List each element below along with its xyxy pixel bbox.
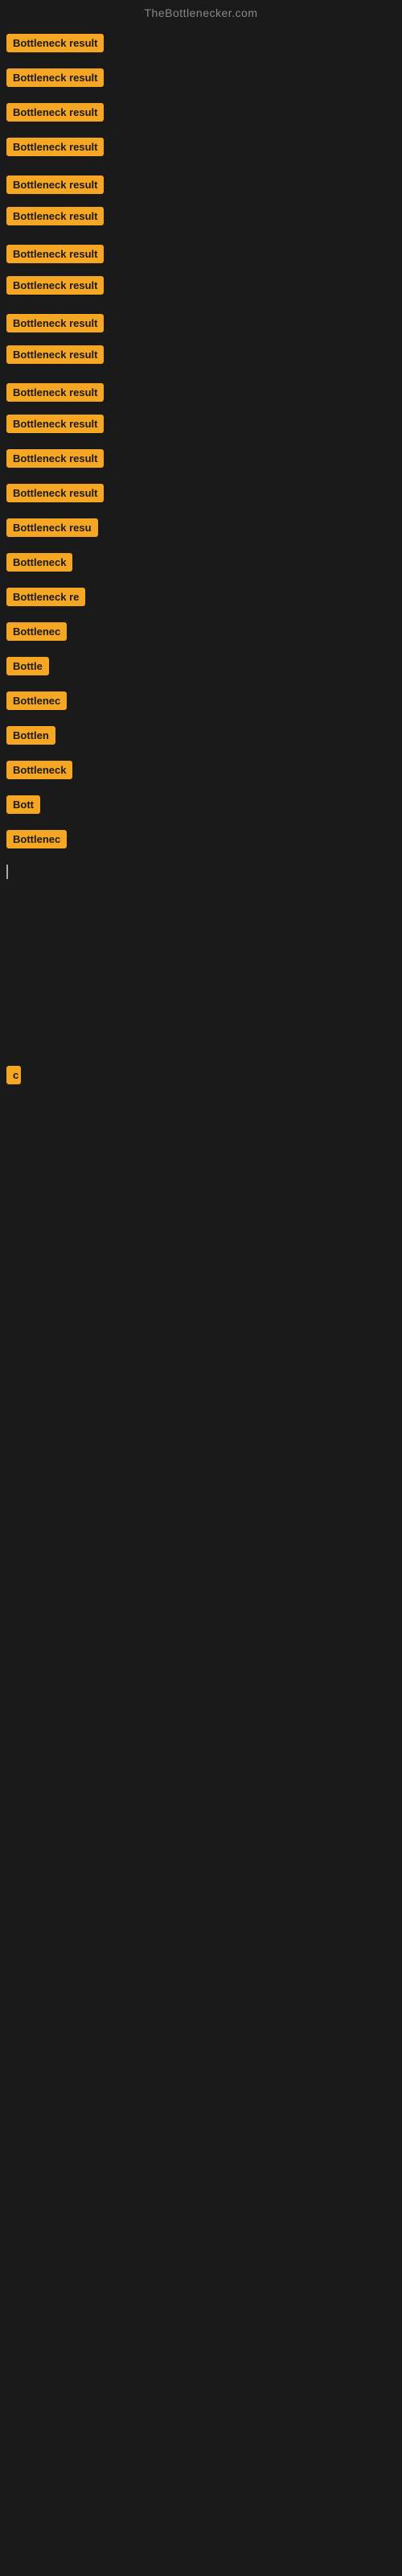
list-item: Bottleneck result — [3, 268, 399, 299]
bottleneck-badge[interactable]: Bottle — [6, 657, 49, 675]
bottleneck-badge[interactable]: Bottleneck resu — [6, 518, 98, 537]
list-item: Bottlenec — [3, 611, 399, 646]
bottleneck-badge[interactable]: Bottleneck result — [6, 383, 104, 402]
list-item: Bottleneck result — [3, 29, 399, 57]
list-item: Bottleneck resu — [3, 507, 399, 542]
cursor-row — [3, 853, 399, 884]
bottleneck-badge[interactable]: Bottleneck — [6, 761, 72, 779]
list-item: Bott — [3, 784, 399, 819]
bottleneck-badge[interactable]: Bottleneck result — [6, 276, 104, 295]
bottleneck-badge[interactable]: Bottlenec — [6, 622, 67, 641]
list-item: Bottle — [3, 646, 399, 680]
list-item: Bottlenec — [3, 819, 399, 853]
list-item: Bottlen — [3, 715, 399, 749]
list-item: Bottlenec — [3, 680, 399, 715]
list-item: Bottleneck re — [3, 576, 399, 611]
cursor-line — [6, 865, 8, 879]
bottleneck-badge[interactable]: Bottleneck — [6, 553, 72, 572]
bottleneck-badge[interactable]: Bottleneck result — [6, 449, 104, 468]
list-item: Bottleneck result — [3, 126, 399, 161]
bottleneck-badge[interactable]: Bottlenec — [6, 691, 67, 710]
list-item: Bottleneck result — [3, 473, 399, 507]
bottleneck-badge[interactable]: Bottleneck result — [6, 314, 104, 332]
list-item: Bottleneck result — [3, 438, 399, 473]
bottleneck-badge[interactable]: Bottlenec — [6, 830, 67, 848]
empty-space — [3, 884, 399, 1061]
list-item: Bottleneck — [3, 749, 399, 784]
bottleneck-badge[interactable]: Bottleneck result — [6, 68, 104, 87]
bottleneck-badge[interactable]: Bottleneck result — [6, 345, 104, 364]
bottleneck-list: Bottleneck result Bottleneck result Bott… — [0, 29, 402, 1492]
list-item: Bottleneck result — [3, 230, 399, 268]
list-item: Bottleneck result — [3, 337, 399, 369]
list-item: Bottleneck result — [3, 161, 399, 199]
bottleneck-badge[interactable]: Bottleneck re — [6, 588, 85, 606]
bottleneck-badge[interactable]: Bottlen — [6, 726, 55, 745]
bottleneck-badge[interactable]: Bottleneck result — [6, 245, 104, 263]
site-header: TheBottlenecker.com — [0, 0, 402, 29]
bottleneck-badge[interactable]: Bottleneck result — [6, 34, 104, 52]
list-item: Bottleneck result — [3, 369, 399, 407]
list-item: Bottleneck result — [3, 57, 399, 92]
bottom-item: c — [3, 1061, 399, 1089]
bottleneck-badge[interactable]: Bottleneck result — [6, 103, 104, 122]
bottom-badge: c — [6, 1066, 21, 1084]
bottleneck-badge[interactable]: Bottleneck result — [6, 484, 104, 502]
bottleneck-badge[interactable]: Bott — [6, 795, 40, 814]
list-item: Bottleneck — [3, 542, 399, 576]
site-title: TheBottlenecker.com — [144, 6, 257, 19]
bottleneck-badge[interactable]: Bottleneck result — [6, 415, 104, 433]
list-item: Bottleneck result — [3, 407, 399, 438]
bottleneck-badge[interactable]: Bottleneck result — [6, 175, 104, 194]
bottleneck-badge[interactable]: Bottleneck result — [6, 138, 104, 156]
list-item: Bottleneck result — [3, 299, 399, 337]
list-item: Bottleneck result — [3, 92, 399, 126]
empty-space-bottom — [3, 1089, 399, 1492]
list-item: Bottleneck result — [3, 199, 399, 230]
bottleneck-badge[interactable]: Bottleneck result — [6, 207, 104, 225]
